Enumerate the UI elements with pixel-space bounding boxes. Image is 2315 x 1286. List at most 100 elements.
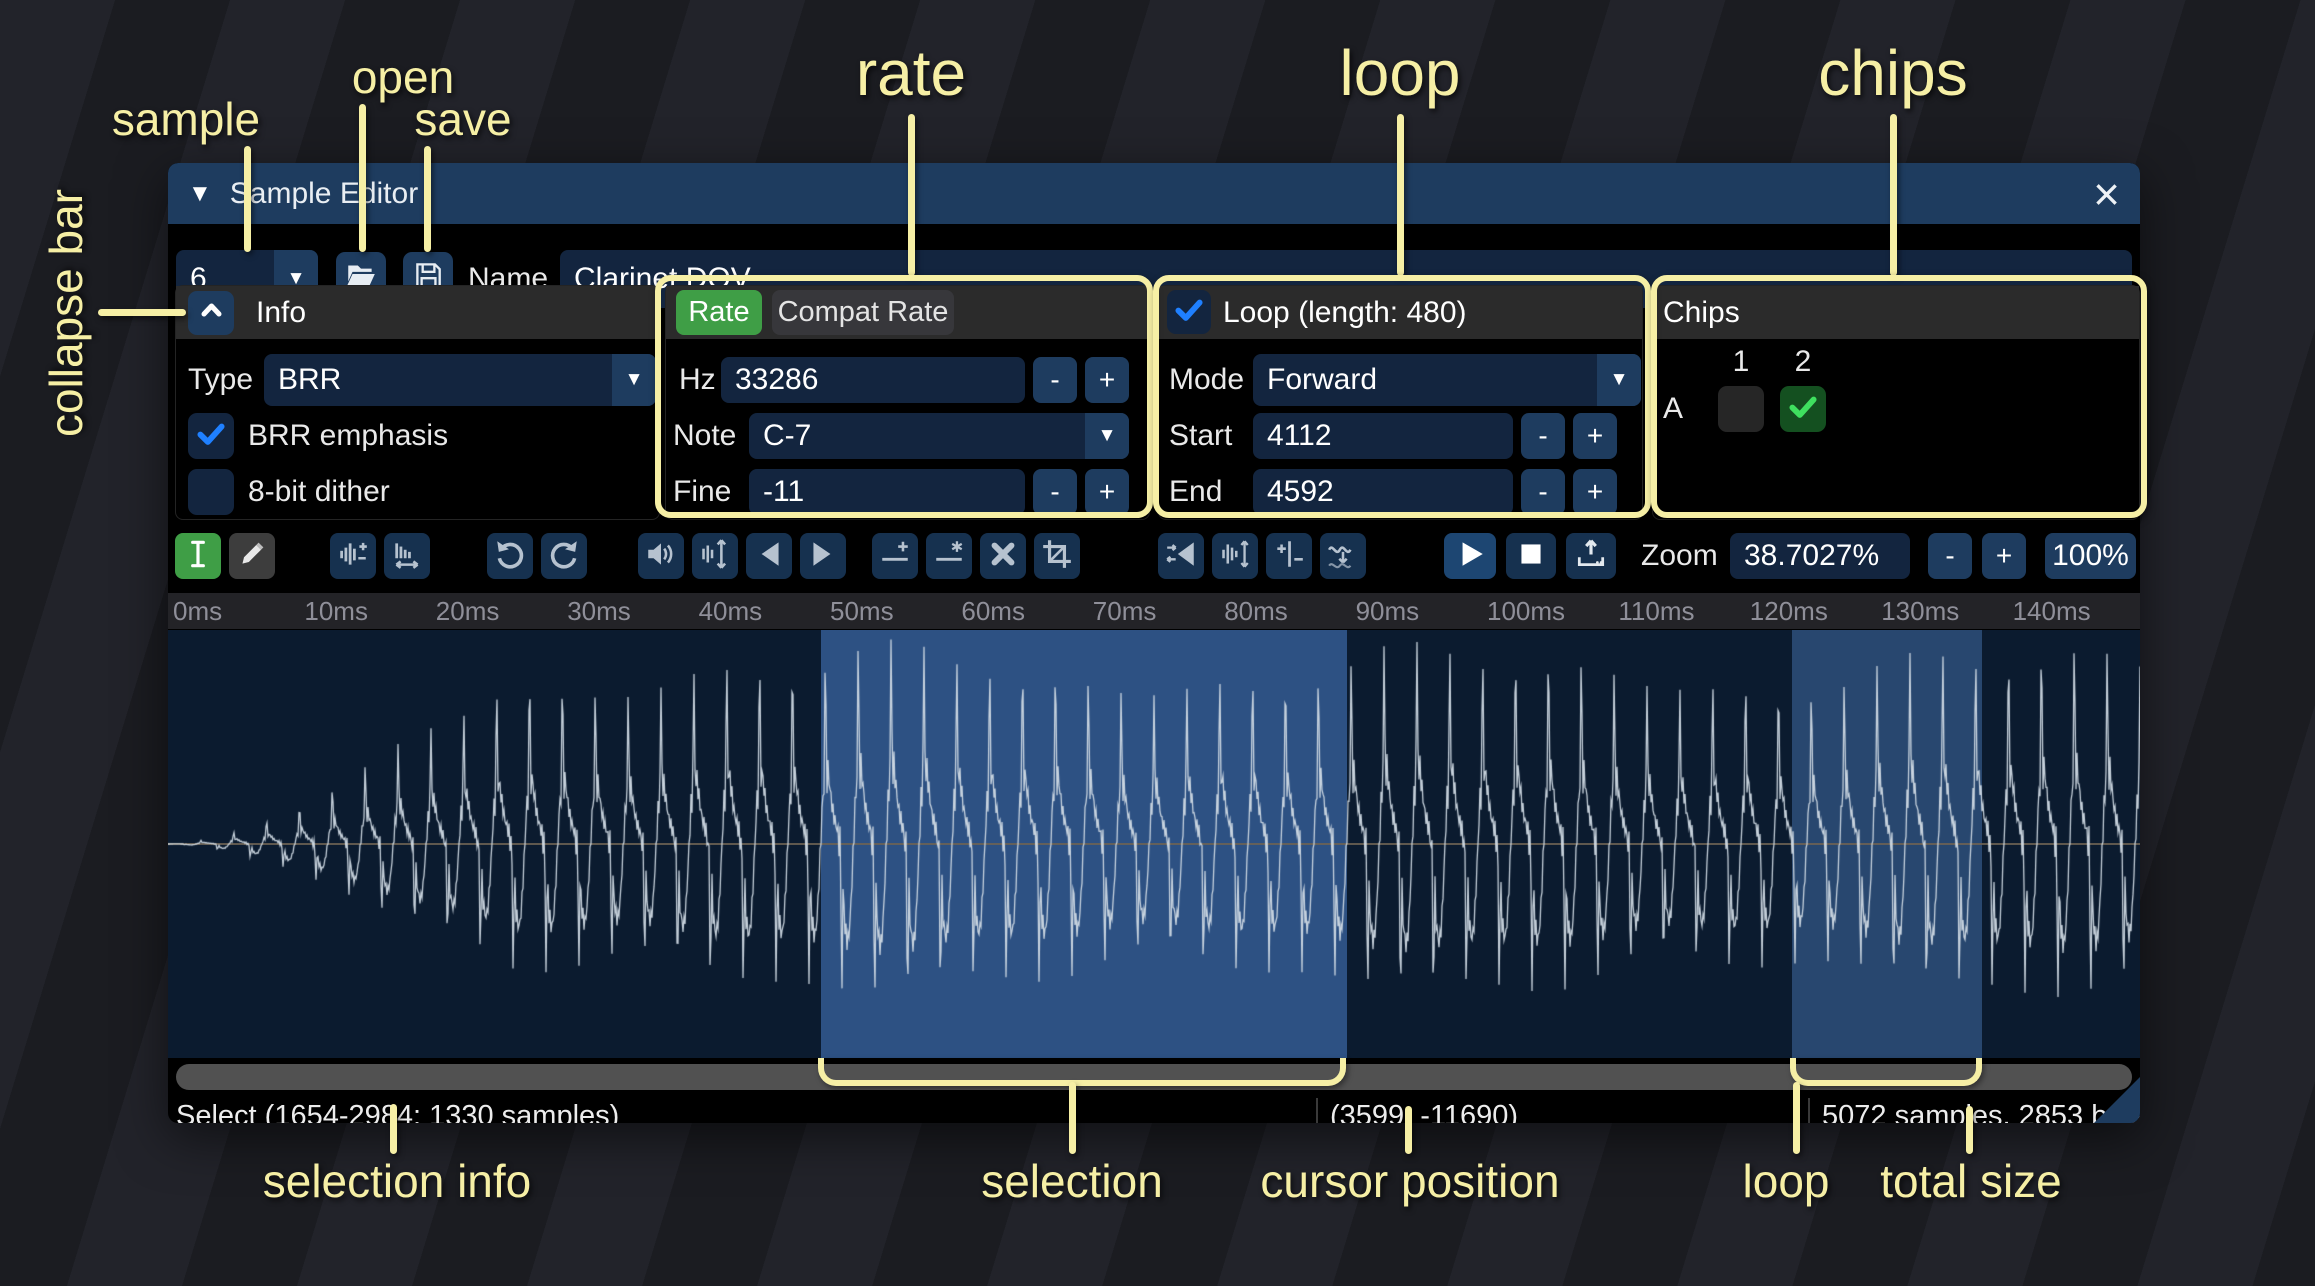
insert-silence-button[interactable] bbox=[872, 533, 918, 579]
ruler-label: 120ms bbox=[1750, 593, 1828, 629]
ruler-label: 130ms bbox=[1881, 593, 1959, 629]
annotation-line-save bbox=[424, 146, 431, 252]
annotation-line-selection bbox=[1069, 1082, 1076, 1154]
screenshot-root: ▼ Sample Editor × 6 ▼ Name Clarinet DQV … bbox=[0, 0, 2315, 1286]
fade-button[interactable] bbox=[1158, 533, 1204, 579]
annotation-line-collapse-bar bbox=[98, 309, 186, 316]
time-ruler[interactable]: 0ms10ms20ms30ms40ms50ms60ms70ms80ms90ms1… bbox=[168, 593, 2140, 629]
redo-icon bbox=[547, 537, 581, 576]
dropdown-arrow-icon[interactable]: ▼ bbox=[612, 354, 656, 406]
resize-button[interactable] bbox=[330, 533, 376, 579]
ruler-label: 90ms bbox=[1356, 593, 1420, 629]
normalize-button[interactable] bbox=[692, 533, 738, 579]
annotation-selection-info: selection info bbox=[263, 1154, 532, 1208]
normalize-icon bbox=[698, 537, 732, 576]
play-button[interactable] bbox=[1444, 533, 1496, 579]
annotation-line-total-size bbox=[1966, 1106, 1973, 1154]
undo-button[interactable] bbox=[487, 533, 533, 579]
select-mode-icon bbox=[181, 537, 215, 576]
zoom-input[interactable]: 38.7027% bbox=[1730, 533, 1910, 579]
amplify-button[interactable] bbox=[638, 533, 684, 579]
crossfade-loop-button[interactable] bbox=[1212, 533, 1258, 579]
apply-silence-button[interactable] bbox=[926, 533, 972, 579]
status-divider bbox=[1808, 1098, 1810, 1123]
undo-icon bbox=[493, 537, 527, 576]
stop-icon bbox=[1514, 537, 1548, 576]
annotation-sample: sample bbox=[112, 92, 260, 146]
collapse-window-icon[interactable]: ▼ bbox=[188, 180, 212, 208]
close-icon[interactable]: × bbox=[2093, 174, 2120, 214]
redo-button[interactable] bbox=[541, 533, 587, 579]
ruler-label: 20ms bbox=[436, 593, 500, 629]
fade-icon bbox=[1164, 537, 1198, 576]
ruler-label: 60ms bbox=[961, 593, 1025, 629]
status-selection-info: Select (1654-2984: 1330 samples) bbox=[176, 1096, 619, 1123]
draw-mode-button[interactable] bbox=[229, 533, 275, 579]
ruler-label: 100ms bbox=[1487, 593, 1565, 629]
preview-icon bbox=[1574, 537, 1608, 576]
preview-button[interactable] bbox=[1566, 533, 1616, 579]
annotation-loop: loop bbox=[1340, 36, 1461, 110]
ruler-label: 70ms bbox=[1093, 593, 1157, 629]
info-section: Info Type BRR ▼ BRR emphasis 8-bit dithe… bbox=[175, 285, 660, 520]
zoom-reset-button[interactable]: 100% bbox=[2045, 533, 2136, 579]
status-total-size: 5072 samples, 2853 bytes bbox=[1822, 1096, 2140, 1123]
resize-icon bbox=[336, 537, 370, 576]
stop-button[interactable] bbox=[1506, 533, 1556, 579]
type-value: BRR bbox=[264, 363, 341, 397]
type-select[interactable]: BRR ▼ bbox=[264, 354, 656, 406]
brr-emphasis-checkbox[interactable] bbox=[188, 413, 234, 459]
annotation-line-loop bbox=[1397, 114, 1404, 276]
annotation-line-loop-marker bbox=[1793, 1082, 1800, 1154]
waveform-canvas bbox=[168, 630, 2140, 1058]
resample-button[interactable] bbox=[384, 533, 430, 579]
draw-mode-icon bbox=[235, 537, 269, 576]
window-title: Sample Editor bbox=[230, 177, 418, 211]
annotation-save: save bbox=[414, 92, 511, 146]
annotation-line-cursor-position bbox=[1405, 1106, 1412, 1154]
annotation-box-loop bbox=[1153, 275, 1651, 518]
info-header-label: Info bbox=[256, 296, 306, 330]
annotation-bracket-loop bbox=[1790, 1058, 1982, 1086]
ruler-label: 50ms bbox=[830, 593, 894, 629]
ruler-label: 30ms bbox=[567, 593, 631, 629]
waveform-view[interactable] bbox=[168, 630, 2140, 1058]
insert-silence-icon bbox=[878, 537, 912, 576]
select-mode-button[interactable] bbox=[175, 533, 221, 579]
brr-emphasis-label: BRR emphasis bbox=[248, 413, 448, 459]
zoom-in-button[interactable]: + bbox=[1982, 533, 2026, 579]
annotation-box-rate bbox=[655, 275, 1153, 518]
trim-button[interactable] bbox=[1034, 533, 1080, 579]
annotation-box-chips bbox=[1651, 275, 2147, 518]
annotation-line-chips bbox=[1890, 114, 1897, 276]
trim-icon bbox=[1040, 537, 1074, 576]
zoom-label: Zoom bbox=[1641, 533, 1718, 579]
dc-offset-button[interactable] bbox=[1266, 533, 1312, 579]
apply-silence-icon bbox=[932, 537, 966, 576]
type-label: Type bbox=[188, 354, 253, 406]
reverse-button[interactable] bbox=[746, 533, 792, 579]
annotation-line-rate bbox=[908, 114, 915, 276]
titlebar[interactable]: ▼ Sample Editor × bbox=[168, 163, 2140, 224]
annotation-total-size: total size bbox=[1880, 1154, 2062, 1208]
collapse-bar-button[interactable] bbox=[188, 291, 234, 335]
delete-icon bbox=[986, 537, 1020, 576]
annotation-cursor-position: cursor position bbox=[1260, 1154, 1559, 1208]
filter-button[interactable] bbox=[1320, 533, 1366, 579]
ruler-label: 140ms bbox=[2013, 593, 2091, 629]
resize-grip[interactable] bbox=[2094, 1077, 2140, 1123]
status-divider bbox=[1316, 1098, 1318, 1123]
reverse-icon bbox=[752, 537, 786, 576]
zoom-out-button[interactable]: - bbox=[1928, 533, 1972, 579]
ruler-label: 110ms bbox=[1618, 593, 1694, 629]
delete-button[interactable] bbox=[980, 533, 1026, 579]
invert-button[interactable] bbox=[800, 533, 846, 579]
annotation-line-sample bbox=[244, 146, 251, 252]
annotation-selection: selection bbox=[981, 1154, 1163, 1208]
ruler-label: 40ms bbox=[699, 593, 763, 629]
ruler-label: 80ms bbox=[1224, 593, 1288, 629]
filter-icon bbox=[1326, 537, 1360, 576]
ruler-label: 0ms bbox=[173, 593, 222, 629]
dither-checkbox[interactable] bbox=[188, 469, 234, 515]
annotation-line-open bbox=[359, 104, 366, 252]
